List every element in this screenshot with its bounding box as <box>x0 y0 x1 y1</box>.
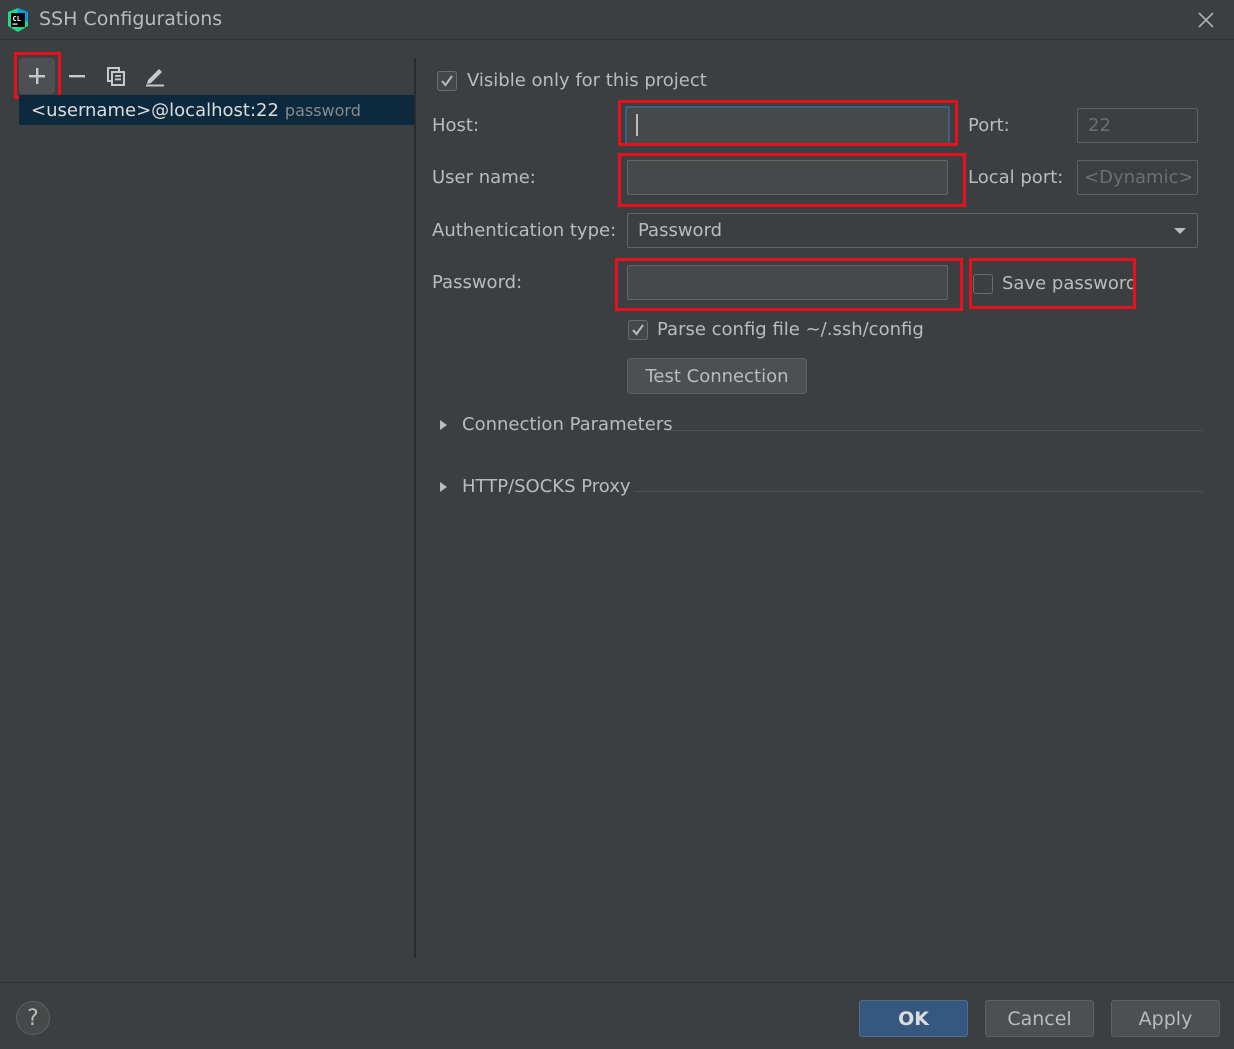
minus-icon <box>69 75 85 78</box>
save-password-checkbox[interactable] <box>973 274 993 294</box>
config-auth-type: password <box>284 100 361 120</box>
help-button[interactable]: ? <box>16 1001 50 1035</box>
checkmark-icon <box>441 75 453 87</box>
footer-divider <box>0 982 1234 983</box>
password-input[interactable] <box>627 265 948 300</box>
host-label: Host: <box>432 115 480 136</box>
copy-icon <box>107 67 125 86</box>
add-config-button[interactable] <box>19 58 55 94</box>
section-divider <box>670 430 1203 431</box>
visible-only-label: Visible only for this project <box>467 70 707 91</box>
text-cursor <box>636 114 638 136</box>
plus-icon <box>29 68 45 84</box>
config-list-item[interactable]: <username>@localhost:22 password <box>19 95 415 125</box>
chevron-down-icon <box>1174 228 1186 234</box>
connection-params-header[interactable]: Connection Parameters <box>436 414 673 435</box>
expand-triangle-icon <box>440 419 447 430</box>
save-password-label: Save password <box>1002 273 1138 294</box>
proxy-header[interactable]: HTTP/SOCKS Proxy <box>436 476 631 497</box>
test-connection-button[interactable]: Test Connection <box>627 358 807 394</box>
auth-type-select[interactable]: Password <box>627 213 1198 248</box>
connection-params-title: Connection Parameters <box>462 414 673 435</box>
pane-splitter[interactable] <box>414 58 416 958</box>
port-input[interactable] <box>1077 108 1198 143</box>
config-name: <username>@localhost:22 <box>31 99 279 121</box>
local-port-label: Local port: <box>968 167 1064 188</box>
local-port-input[interactable] <box>1077 160 1198 195</box>
copy-config-button[interactable] <box>101 61 131 91</box>
window-title: SSH Configurations <box>39 8 223 30</box>
parse-config-checkbox[interactable] <box>628 320 648 340</box>
close-button[interactable] <box>1192 6 1220 34</box>
checkmark-icon <box>632 324 644 336</box>
host-input[interactable] <box>625 106 950 145</box>
auth-type-label: Authentication type: <box>432 220 617 241</box>
cancel-button[interactable]: Cancel <box>985 1000 1094 1037</box>
ok-button[interactable]: OK <box>859 1000 968 1037</box>
apply-button[interactable]: Apply <box>1111 1000 1220 1037</box>
edit-config-button[interactable] <box>140 61 170 91</box>
pencil-icon <box>146 69 164 87</box>
section-divider <box>634 491 1203 492</box>
password-label: Password: <box>432 272 523 293</box>
username-input[interactable] <box>627 160 948 195</box>
port-label: Port: <box>968 115 1010 136</box>
auth-type-value: Password <box>638 220 723 241</box>
clion-logo-icon: CL <box>6 8 30 32</box>
logo-text: CL <box>13 15 21 23</box>
username-label: User name: <box>432 167 536 188</box>
remove-config-button[interactable] <box>62 61 92 91</box>
visible-only-checkbox[interactable] <box>437 71 457 91</box>
proxy-title: HTTP/SOCKS Proxy <box>462 476 631 497</box>
parse-config-label: Parse config file ~/.ssh/config <box>657 319 924 340</box>
close-icon <box>1198 12 1214 28</box>
expand-triangle-icon <box>440 481 447 492</box>
